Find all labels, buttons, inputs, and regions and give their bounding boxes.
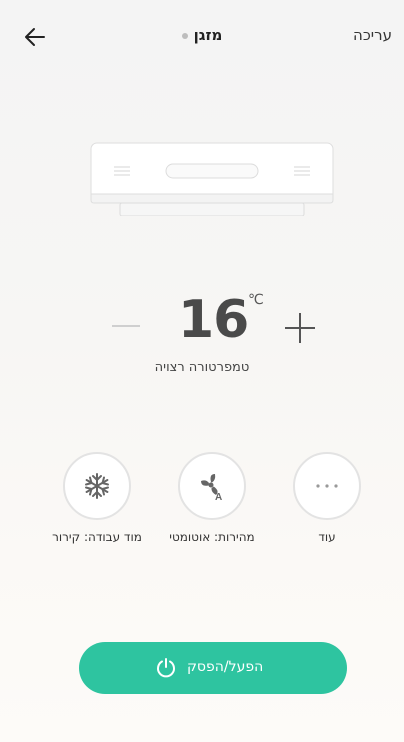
page-title-wrap: מזגן [0, 26, 404, 44]
more-dots-icon [316, 484, 338, 488]
more-button[interactable] [293, 452, 361, 520]
svg-text:A: A [215, 492, 222, 501]
fan-speed-button[interactable]: A [178, 452, 246, 520]
edit-button[interactable]: עריכה [353, 26, 392, 44]
page-title: מזגן [193, 26, 223, 44]
power-label: הפעל/הפסק [187, 659, 264, 675]
status-dot [181, 32, 188, 39]
temperature-unit: ℃ [248, 292, 264, 308]
power-toggle-button[interactable]: הפעל/הפסק [79, 642, 347, 694]
minus-icon [112, 325, 140, 327]
top-bar: מזגן עריכה [0, 0, 404, 76]
snowflake-icon [85, 473, 109, 499]
ac-unit-image [90, 142, 334, 217]
mode-button[interactable] [63, 452, 131, 520]
power-icon [157, 658, 175, 678]
temperature-label: טמפרטורה רצויה [154, 360, 250, 375]
temperature-value: 16 [178, 290, 249, 350]
fan-speed-label: מהירות: אוטומטי [169, 530, 255, 544]
fan-auto-icon: A [201, 474, 222, 501]
increase-temp-button[interactable] [284, 312, 316, 344]
more-label: עוד [318, 530, 336, 544]
mode-label: מוד עבודה: קירור [52, 530, 142, 544]
